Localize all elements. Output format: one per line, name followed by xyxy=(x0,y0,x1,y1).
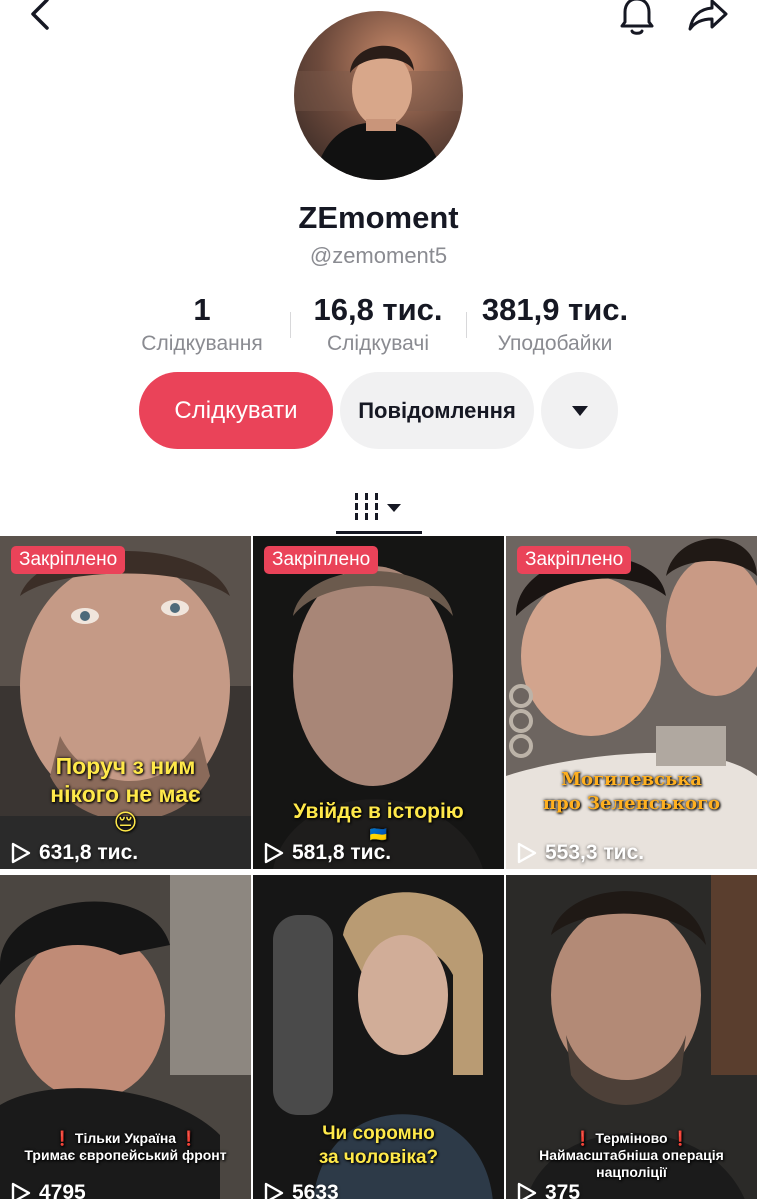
video-thumbnail[interactable]: Закріплено Могилевська про Зеленського 5… xyxy=(506,536,757,869)
view-count-text: 553,3 тис. xyxy=(545,841,645,864)
video-caption: ❗ Терміново ❗ Наймасштабніша операція на… xyxy=(506,1130,757,1181)
video-thumbnail[interactable]: Закріплено Поруч з ним нікого не має 😔 6… xyxy=(0,536,251,869)
caption-line: про Зеленського xyxy=(542,793,720,814)
caption-line: Наймасштабніша операція xyxy=(539,1147,724,1163)
caption-line: за чоловіка? xyxy=(318,1147,439,1168)
followers-label: Слідкувачі xyxy=(326,332,429,355)
video-caption: Чи соромно за чоловіка? xyxy=(253,1122,504,1170)
caption-line: Увійде в історію xyxy=(293,800,464,823)
play-icon xyxy=(11,1182,31,1199)
stat-likes[interactable]: 381,9 тис. Уподобайки xyxy=(470,290,640,358)
stat-following[interactable]: 1 Слідкування xyxy=(122,290,282,358)
content-tabs xyxy=(0,478,757,536)
view-count-text: 375 xyxy=(545,1181,581,1199)
view-count: 4795 xyxy=(11,1181,86,1199)
play-icon xyxy=(264,1182,284,1199)
view-count: 375 xyxy=(517,1181,580,1199)
more-button[interactable] xyxy=(541,372,618,449)
following-label: Слідкування xyxy=(141,332,263,355)
video-thumbnail[interactable]: Закріплено Увійде в історію 🇺🇦 581,8 тис… xyxy=(253,536,504,869)
followers-count: 16,8 тис. xyxy=(313,292,443,327)
profile-stats: 1 Слідкування 16,8 тис. Слідкувачі 381,9… xyxy=(0,290,757,360)
bell-icon[interactable] xyxy=(612,0,662,40)
message-button[interactable]: Повідомлення xyxy=(340,372,534,449)
play-icon xyxy=(517,842,537,864)
caption-line: Могилевська xyxy=(561,769,702,790)
video-caption: Могилевська про Зеленського xyxy=(506,768,757,816)
stat-followers[interactable]: 16,8 тис. Слідкувачі xyxy=(300,290,456,358)
caption-line: Чи соромно xyxy=(322,1123,435,1144)
profile-actions: Слідкувати Повідомлення xyxy=(0,372,757,450)
view-count-text: 5633 xyxy=(292,1181,339,1199)
following-count: 1 xyxy=(193,292,211,327)
stat-divider xyxy=(466,312,467,338)
caption-line: ❗ Терміново ❗ xyxy=(574,1130,689,1146)
view-count: 631,8 тис. xyxy=(11,841,138,865)
grid-tab-icon xyxy=(355,493,401,520)
caret-down-icon xyxy=(571,405,588,416)
share-arrow-icon[interactable] xyxy=(683,0,733,38)
video-thumbnail-image xyxy=(506,536,757,869)
pinned-badge: Закріплено xyxy=(11,546,126,574)
view-count-text: 4795 xyxy=(39,1181,86,1199)
pinned-badge: Закріплено xyxy=(517,546,632,574)
tab-videos-grid[interactable] xyxy=(336,478,422,536)
caption-line: нікого не має xyxy=(50,781,201,807)
view-count-text: 581,8 тис. xyxy=(292,841,392,864)
view-count: 5633 xyxy=(264,1181,339,1199)
active-tab-indicator xyxy=(336,531,422,534)
video-grid: Закріплено Поруч з ним нікого не має 😔 6… xyxy=(0,536,757,1199)
caption-line: ❗ Тільки Україна ❗ xyxy=(53,1130,198,1146)
play-icon xyxy=(517,1182,537,1199)
caption-line: нацполіції xyxy=(596,1164,667,1180)
view-count: 581,8 тис. xyxy=(264,841,391,865)
video-caption: ❗ Тільки Україна ❗ Тримає європейський ф… xyxy=(0,1130,251,1164)
video-caption: Увійде в історію 🇺🇦 xyxy=(253,798,504,842)
caption-line: Поруч з ним xyxy=(55,753,196,779)
display-name: ZEmoment xyxy=(298,200,459,235)
play-icon xyxy=(264,842,284,864)
avatar[interactable] xyxy=(294,11,463,180)
caption-line: Тримає європейський фронт xyxy=(24,1147,227,1163)
video-thumbnail[interactable]: ❗ Тільки Україна ❗ Тримає європейський ф… xyxy=(0,872,251,1199)
stat-divider xyxy=(290,312,291,338)
username-handle: @zemoment5 xyxy=(309,243,448,268)
video-thumbnail[interactable]: Чи соромно за чоловіка? 5633 xyxy=(253,872,504,1199)
likes-count: 381,9 тис. xyxy=(481,292,629,327)
follow-button[interactable]: Слідкувати xyxy=(139,372,333,449)
caption-line: 🇺🇦 xyxy=(369,826,388,842)
video-thumbnail[interactable]: ❗ Терміново ❗ Наймасштабніша операція на… xyxy=(506,872,757,1199)
view-count: 553,3 тис. xyxy=(517,841,644,865)
caption-line: 😔 xyxy=(113,809,138,835)
video-caption: Поруч з ним нікого не має 😔 xyxy=(0,752,251,836)
view-count-text: 631,8 тис. xyxy=(39,841,139,864)
chevron-left-icon[interactable] xyxy=(18,0,62,36)
play-icon xyxy=(11,842,31,864)
pinned-badge: Закріплено xyxy=(264,546,379,574)
likes-label: Уподобайки xyxy=(497,332,613,355)
